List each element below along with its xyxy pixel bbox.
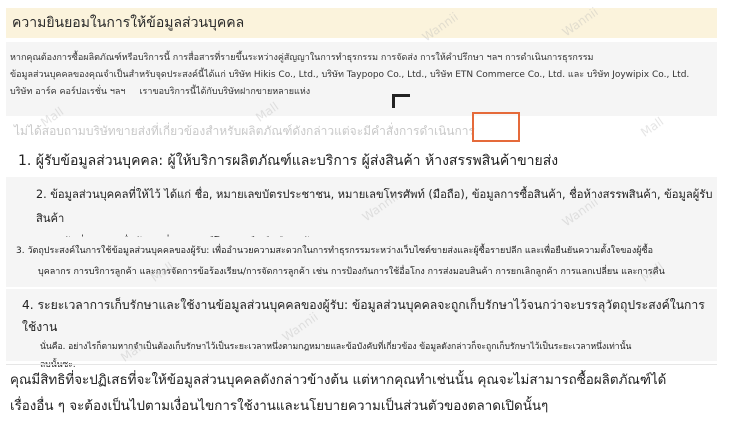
consent-title: ความยินยอมในการให้ข้อมูลส่วนบุคคล	[12, 15, 245, 31]
highlight-box	[472, 112, 520, 142]
item-recipient: 1. ผู้รับข้อมูลส่วนบุคคล: ผู้ให้บริการผล…	[18, 153, 559, 169]
item-2-main: 2. ข้อมูลส่วนบุคคลที่ให้ไว้ ได้แก่ ชื่อ,…	[36, 188, 713, 225]
intro-line-3b: เราขอบริการนี้ได้กับบริษัทฝากขายหลายแห่ง	[139, 87, 311, 97]
item-3-cont: บุคลากร การบริการลูกค้า และการจัดการข้อร…	[38, 267, 665, 277]
footer-line-1: คุณมีสิทธิที่จะปฏิเสธที่จะให้ข้อมูลส่วนบ…	[10, 373, 667, 388]
consent-header: ความยินยอมในการให้ข้อมูลส่วนบุคคล	[6, 8, 717, 38]
item-4-main: 4. ระยะเวลาการเก็บรักษาและใช้งานข้อมูลส่…	[22, 298, 705, 334]
intro-line-1: หากคุณต้องการซื้อผลิตภัณฑ์หรือบริการนี้ …	[10, 53, 594, 63]
footer-divider	[6, 364, 717, 365]
bracket-mark	[392, 94, 410, 108]
item-purpose: 3. วัตถุประสงค์ในการใช้ข้อมูลส่วนบุคคลขอ…	[6, 237, 717, 287]
faded-notice: ไม่ได้สอบถามบริษัทขายส่งที่เกี่ยวข้องสำห…	[14, 124, 475, 138]
item-4-cont-1: นั่นคือ. อย่างไรก็ตามหากจำเป็นต้องเก็บรั…	[40, 342, 632, 352]
item-data-provided: 2. ข้อมูลส่วนบุคคลที่ให้ไว้ ได้แก่ ชื่อ,…	[6, 177, 717, 249]
watermark-5: Mall	[638, 114, 667, 140]
intro-line-3: บริษัท อาร์ค คอร์ปอเรชั่น ฯลฯ เราขอบริกา…	[10, 84, 713, 101]
intro-line-3a: บริษัท อาร์ค คอร์ปอเรชั่น ฯลฯ	[10, 87, 126, 97]
intro-paragraph: หากคุณต้องการซื้อผลิตภัณฑ์หรือบริการนี้ …	[6, 42, 717, 116]
item-retention: 4. ระยะเวลาการเก็บรักษาและใช้งานข้อมูลส่…	[6, 289, 717, 370]
item-3-main: 3. วัตถุประสงค์ในการใช้ข้อมูลส่วนบุคคลขอ…	[16, 246, 653, 256]
footer-notice: คุณมีสิทธิที่จะปฏิเสธที่จะให้ข้อมูลส่วนบ…	[6, 368, 717, 420]
footer-line-2: เรื่องอื่น ๆ จะต้องเป็นไปตามเงื่อนไขการใ…	[10, 399, 549, 414]
intro-line-2: ข้อมูลส่วนบุคคลของคุณจำเป็นสำหรับจุดประส…	[10, 70, 690, 80]
